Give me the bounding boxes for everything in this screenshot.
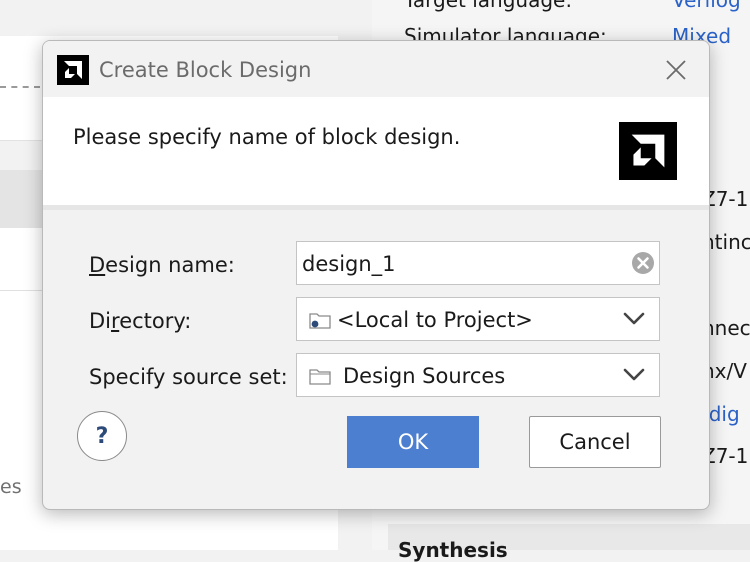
help-button[interactable]: ?: [77, 411, 127, 461]
source-set-value: Design Sources: [343, 364, 506, 388]
cancel-button[interactable]: Cancel: [529, 416, 661, 468]
amd-logo-icon: [619, 122, 677, 180]
background-left-text: es: [0, 476, 22, 498]
directory-value: <Local to Project>: [337, 308, 533, 332]
close-button[interactable]: [659, 53, 693, 87]
dialog-header: Please specify name of block design.: [43, 97, 709, 205]
background-target-language-value[interactable]: Verilog: [672, 0, 741, 12]
directory-dropdown[interactable]: <Local to Project>: [296, 297, 660, 341]
dialog-titlebar[interactable]: Create Block Design: [43, 41, 709, 97]
directory-label-prefix: Di: [89, 309, 112, 333]
background-target-language-label: Target language:: [404, 0, 573, 12]
dialog-title: Create Block Design: [99, 58, 312, 82]
folder-icon: [309, 369, 331, 385]
background-section-header: Synthesis: [388, 524, 750, 562]
design-name-value[interactable]: design_1: [302, 252, 396, 276]
chevron-down-icon: [623, 368, 645, 381]
clear-circle-icon[interactable]: [631, 251, 655, 275]
create-block-design-dialog: Create Block Design Please specify name …: [42, 40, 710, 510]
close-icon: [666, 60, 686, 80]
directory-label-text: ectory:: [119, 309, 192, 333]
background-dashed-divider: [0, 86, 40, 88]
ok-button[interactable]: OK: [347, 416, 479, 468]
help-question-icon: ?: [95, 423, 109, 449]
header-message: Please specify name of block design.: [73, 125, 461, 149]
source-set-dropdown[interactable]: Design Sources: [296, 353, 660, 397]
directory-label: Directory:: [89, 309, 191, 333]
design-name-input[interactable]: design_1: [296, 241, 660, 285]
background-section-title: Synthesis: [398, 538, 508, 562]
chevron-down-icon: [623, 312, 645, 325]
folder-icon: [309, 313, 331, 329]
design-name-label-text: esign name:: [105, 253, 235, 277]
background-left-header: [0, 0, 338, 36]
amd-logo-icon: [57, 55, 89, 85]
design-name-label: Design name:: [89, 253, 235, 277]
header-divider: [43, 205, 709, 210]
directory-mnemonic: r: [111, 309, 120, 333]
design-name-mnemonic: D: [89, 253, 106, 277]
source-set-label: Specify source set:: [89, 365, 288, 389]
